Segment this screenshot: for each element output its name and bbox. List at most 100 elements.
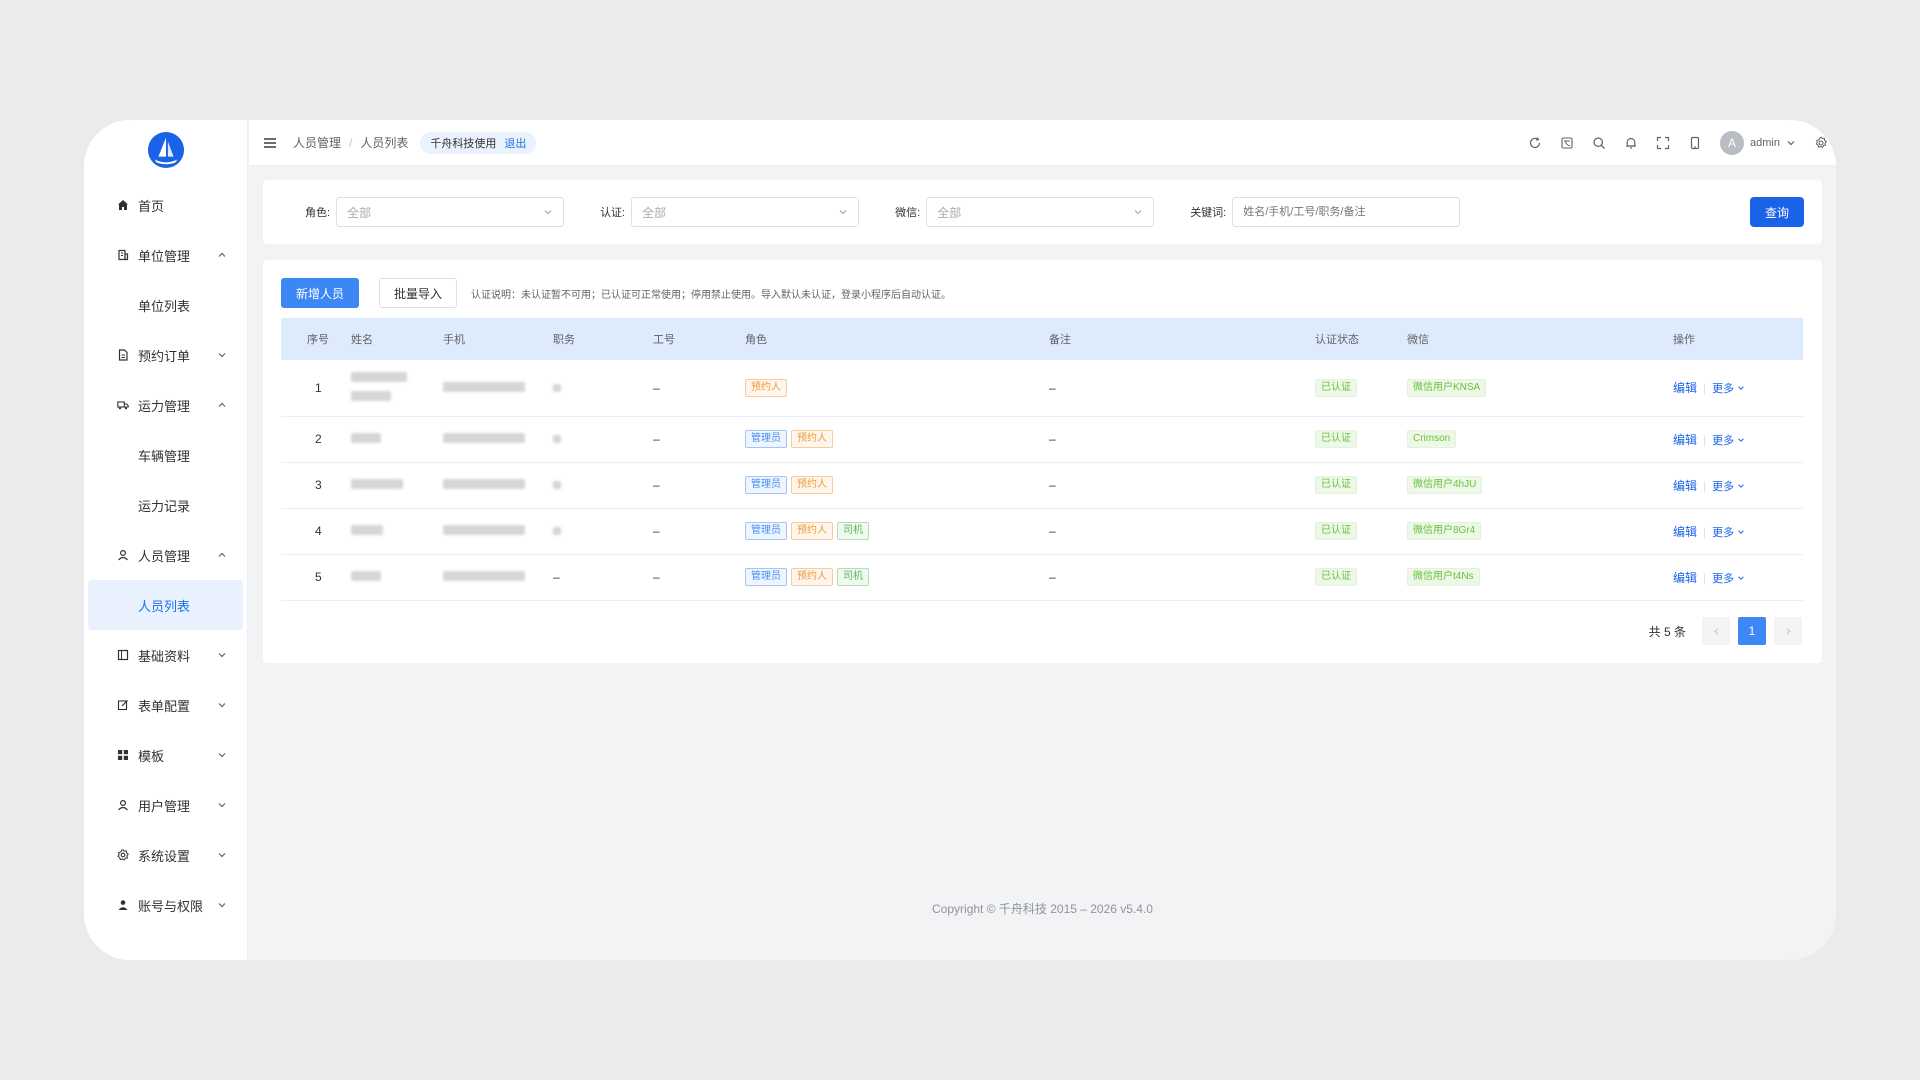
- sidebar-item-unit-list[interactable]: 单位列表: [84, 280, 247, 330]
- roles-cell: 管理员 预约人: [737, 462, 1041, 509]
- breadcrumb: 人员管理 / 人员列表: [293, 134, 408, 151]
- actions-cell: 编辑 | 更多: [1665, 416, 1803, 463]
- breadcrumb-item[interactable]: 人员管理: [293, 134, 341, 151]
- chevron-down-icon: [218, 903, 226, 908]
- chevron-down-icon: [1787, 141, 1795, 146]
- sidebar-item-personnel-management[interactable]: 人员管理: [84, 530, 247, 580]
- row-index: 2: [281, 416, 343, 463]
- next-page-button[interactable]: [1774, 617, 1802, 645]
- user-icon: [116, 798, 130, 812]
- sidebar-item-booking-orders[interactable]: 预约订单: [84, 330, 247, 380]
- settings-icon[interactable]: [1814, 136, 1828, 150]
- row-index: 1: [281, 360, 343, 417]
- sidebar-item-label: 基础资料: [138, 648, 191, 664]
- sidebar-item-capacity-records[interactable]: 运力记录: [84, 480, 247, 530]
- table-header-row: 序号 姓名 手机 职务 工号 角色 备注 认证状态 微信 操作: [281, 318, 1803, 360]
- row-index: 3: [281, 462, 343, 509]
- edit-link[interactable]: 编辑: [1673, 433, 1697, 447]
- role-select[interactable]: 全部: [336, 197, 565, 227]
- status-cell: 已认证: [1307, 416, 1399, 463]
- sidebar-item-vehicle-management[interactable]: 车辆管理: [84, 430, 247, 480]
- tenant-badge: 千舟科技使用 退出: [420, 131, 537, 154]
- sidebar-item-label: 系统设置: [138, 848, 191, 864]
- wechat-cell: 微信用户KNSA: [1399, 360, 1665, 417]
- action-divider: |: [1703, 381, 1707, 396]
- page-number-button[interactable]: 1: [1738, 617, 1766, 645]
- sidebar-item-label: 车辆管理: [138, 448, 191, 464]
- app-logo[interactable]: [84, 120, 247, 180]
- job-cell: [545, 360, 645, 417]
- logout-link[interactable]: 退出: [504, 135, 526, 151]
- user-menu[interactable]: A admin: [1720, 131, 1796, 155]
- auth-select-value: 全部: [642, 205, 667, 220]
- chevron-down-icon: [839, 210, 847, 215]
- edit-link[interactable]: 编辑: [1673, 381, 1697, 395]
- sidebar-item-unit-management[interactable]: 单位管理: [84, 230, 247, 280]
- sidebar-item-account-permissions[interactable]: 账号与权限: [84, 880, 247, 930]
- add-personnel-button[interactable]: 新增人员: [281, 278, 360, 308]
- redacted-phone: [443, 479, 525, 489]
- sidebar-nav: 首页 单位管理 单位列表 预约订单 运力管理 车辆管理 运力记录 人员管理 人员…: [84, 180, 247, 930]
- query-button[interactable]: 查询: [1749, 197, 1804, 227]
- prev-page-button[interactable]: [1702, 617, 1730, 645]
- redacted-phone: [443, 525, 525, 535]
- sidebar-item-label: 表单配置: [138, 698, 191, 714]
- chevron-down-icon: [218, 703, 226, 708]
- menu-toggle-icon[interactable]: [263, 135, 279, 151]
- empno-cell: –: [645, 508, 737, 555]
- keyword-filter-label: 关键词:: [1190, 207, 1227, 219]
- sidebar-item-home[interactable]: 首页: [84, 180, 247, 230]
- redacted-name: [351, 433, 381, 443]
- sidebar-item-personnel-list[interactable]: 人员列表: [88, 580, 243, 630]
- redacted-name: [351, 571, 381, 581]
- sidebar-item-user-management[interactable]: 用户管理: [84, 780, 247, 830]
- more-dropdown[interactable]: 更多: [1712, 435, 1745, 447]
- role-tag: 预约人: [791, 522, 833, 540]
- tenant-name: 千舟科技使用: [430, 137, 497, 150]
- more-dropdown[interactable]: 更多: [1712, 527, 1745, 539]
- filter-bar: 角色: 全部 认证: 全部 微信: 全部 关键词: 查询: [263, 180, 1822, 244]
- sidebar-item-label: 单位列表: [138, 298, 191, 314]
- table-row: 2 – 管理员 预约人 – 已认证 Crimson 编辑 | 更多: [281, 416, 1803, 463]
- mobile-icon[interactable]: [1688, 136, 1702, 150]
- sidebar-item-template[interactable]: 模板: [84, 730, 247, 780]
- keyword-input[interactable]: [1232, 197, 1461, 227]
- bell-icon[interactable]: [1624, 136, 1638, 150]
- search-icon[interactable]: [1592, 136, 1606, 150]
- app-window: 首页 单位管理 单位列表 预约订单 运力管理 车辆管理 运力记录 人员管理 人员…: [84, 120, 1836, 960]
- edit-link[interactable]: 编辑: [1673, 571, 1697, 585]
- status-badge: 已认证: [1315, 378, 1357, 397]
- more-dropdown[interactable]: 更多: [1712, 383, 1745, 395]
- sidebar-item-capacity-management[interactable]: 运力管理: [84, 380, 247, 430]
- name-cell: [343, 554, 435, 601]
- more-dropdown[interactable]: 更多: [1712, 481, 1745, 493]
- role-tag: 预约人: [791, 476, 833, 494]
- sidebar-item-form-config[interactable]: 表单配置: [84, 680, 247, 730]
- role-tag: 管理员: [745, 476, 787, 494]
- sidebar-item-basic-data[interactable]: 基础资料: [84, 630, 247, 680]
- chevron-up-icon: [218, 252, 226, 257]
- wechat-select[interactable]: 全部: [926, 197, 1155, 227]
- remark-cell: –: [1041, 360, 1307, 417]
- redacted-job: [553, 435, 561, 443]
- edit-link[interactable]: 编辑: [1673, 479, 1697, 493]
- bulk-import-button[interactable]: 批量导入: [379, 278, 458, 308]
- sidebar-item-system-settings[interactable]: 系统设置: [84, 830, 247, 880]
- auth-select[interactable]: 全部: [631, 197, 860, 227]
- edit-link[interactable]: 编辑: [1673, 525, 1697, 539]
- empno-cell: –: [645, 416, 737, 463]
- redacted-phone: [443, 571, 525, 581]
- table-toolbar: 新增人员 批量导入 认证说明：未认证暂不可用；已认证可正常使用；停用禁止使用。导…: [281, 278, 951, 308]
- status-cell: 已认证: [1307, 554, 1399, 601]
- more-dropdown[interactable]: 更多: [1712, 573, 1745, 585]
- refresh-icon[interactable]: [1528, 136, 1542, 150]
- actions-cell: 编辑 | 更多: [1665, 554, 1803, 601]
- chevron-up-icon: [218, 402, 226, 407]
- translate-icon[interactable]: [1560, 136, 1574, 150]
- auth-note: 认证说明：未认证暂不可用；已认证可正常使用；停用禁止使用。导入默认未认证，登录小…: [471, 289, 952, 301]
- chevron-down-icon: [218, 353, 226, 358]
- sailboat-logo-icon: [147, 131, 184, 169]
- chevron-down-icon: [218, 653, 226, 658]
- more-label: 更多: [1712, 572, 1735, 585]
- fullscreen-icon[interactable]: [1656, 136, 1670, 150]
